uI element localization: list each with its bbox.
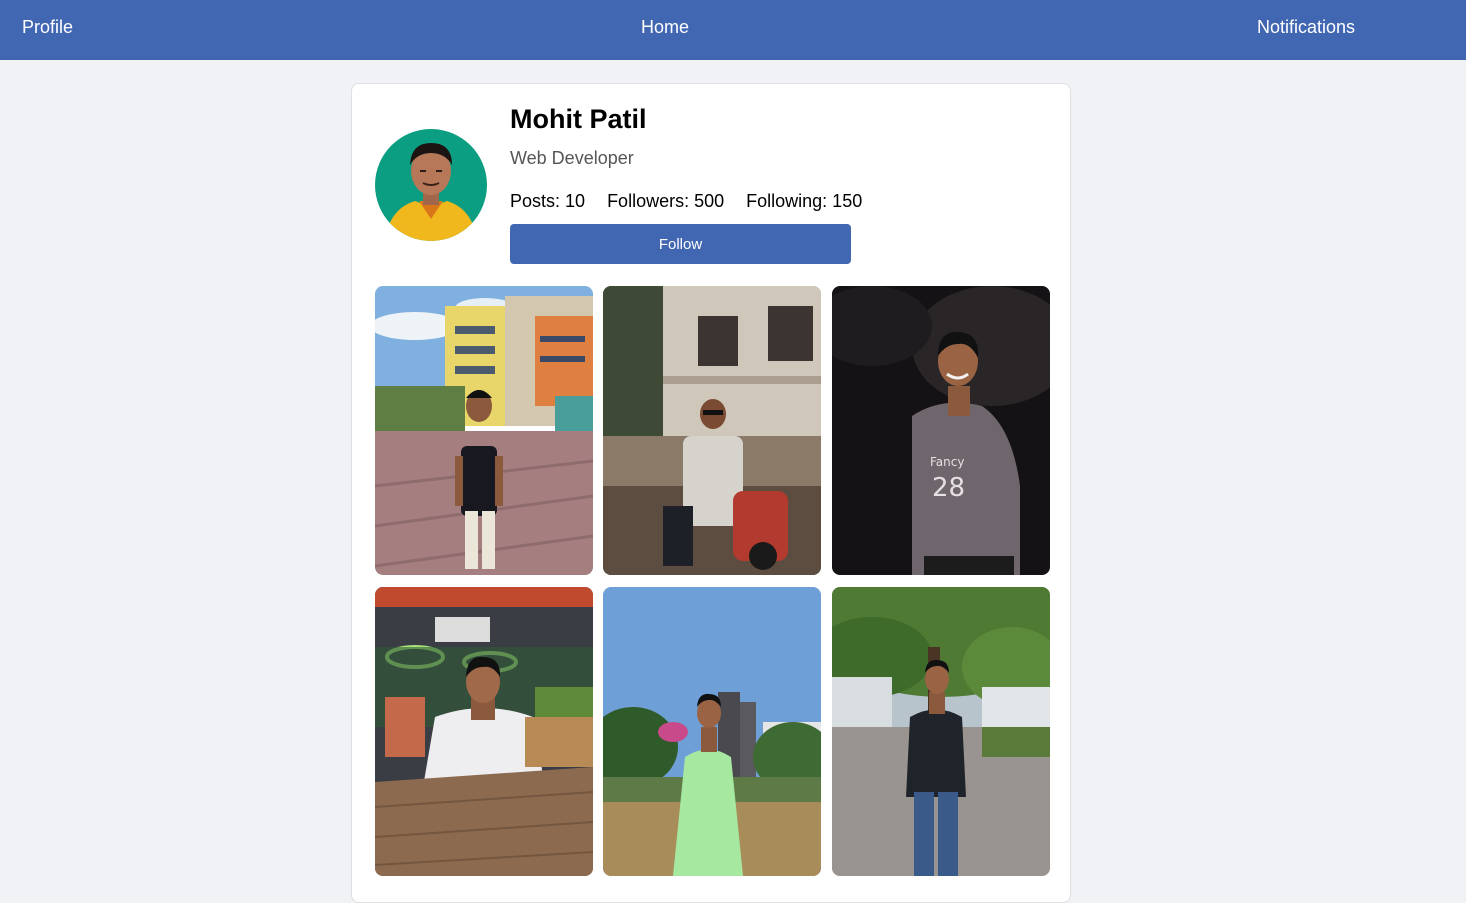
profile-name: Mohit Patil <box>510 104 647 134</box>
photo-night-tshirt-icon: Fancy 28 <box>832 286 1050 575</box>
gallery-photo[interactable] <box>375 587 593 876</box>
gallery-photo[interactable] <box>375 286 593 575</box>
nav-profile-link[interactable]: Profile <box>22 0 73 54</box>
photo-cafe-table-icon <box>375 587 593 876</box>
gallery-photo[interactable] <box>603 286 821 575</box>
svg-text:28: 28 <box>932 473 965 503</box>
follow-button[interactable]: Follow <box>510 224 851 264</box>
gallery-photo[interactable] <box>603 587 821 876</box>
gallery-photo[interactable]: Fancy 28 <box>832 286 1050 575</box>
top-navbar: Profile Home Notifications <box>0 0 1466 60</box>
nav-notifications-link[interactable]: Notifications <box>1257 0 1355 54</box>
profile-bio: Web Developer <box>510 148 634 168</box>
profile-card: Mohit Patil Web Developer Posts: 10 Foll… <box>351 83 1071 903</box>
profile-avatar <box>375 129 487 241</box>
profile-stats: Posts: 10 Followers: 500 Following: 150 <box>510 191 862 212</box>
stat-followers[interactable]: Followers: 500 <box>607 191 724 211</box>
stat-posts: Posts: 10 <box>510 191 586 211</box>
stat-following[interactable]: Following: 150 <box>746 191 862 211</box>
svg-text:Fancy: Fancy <box>930 455 964 469</box>
photo-campus-building-icon <box>375 286 593 575</box>
profile-photo-icon <box>375 129 487 241</box>
gallery-photo[interactable] <box>832 587 1050 876</box>
nav-home-link[interactable]: Home <box>641 0 689 54</box>
photo-kurta-park-icon <box>603 587 821 876</box>
photo-tree-pathway-icon <box>832 587 1050 876</box>
photo-scooter-street-icon <box>603 286 821 575</box>
